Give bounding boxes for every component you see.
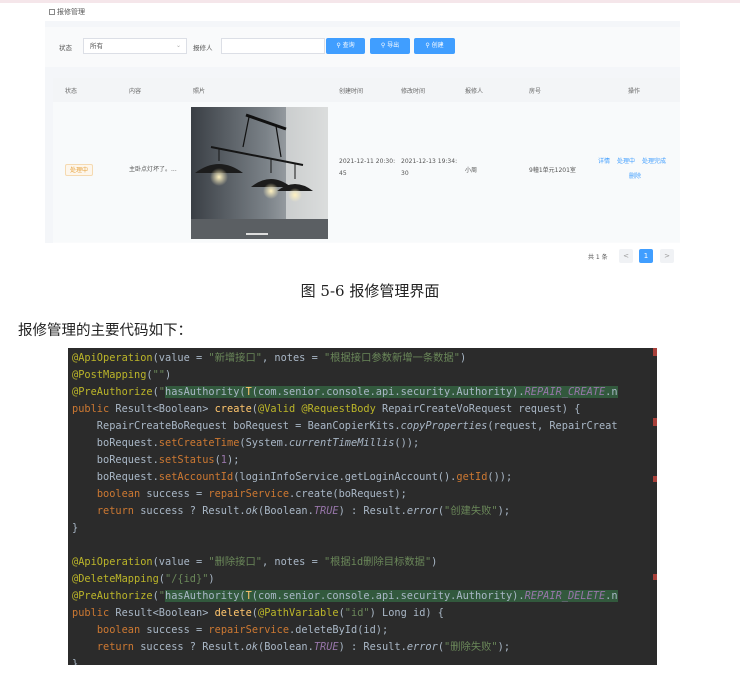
search-icon: ⚲	[425, 42, 430, 49]
gutter-marker	[653, 574, 657, 580]
header-room: 房号	[529, 88, 542, 95]
code-line-9: boolean success = repairService.create(b…	[96, 488, 407, 500]
prev-page-button[interactable]: <	[619, 249, 633, 263]
reporter-cell: 小周	[465, 167, 478, 174]
lamp-photo-image	[191, 107, 328, 239]
page-title: 报修管理	[57, 8, 85, 16]
header-reporter: 报修人	[465, 88, 484, 95]
complete-link[interactable]: 处理完成	[642, 157, 666, 167]
header-created: 创建时间	[339, 88, 364, 95]
page-header: 报修管理	[45, 3, 680, 21]
repair-management-screenshot: 报修管理 状态 所有 ⌄ 报修人 ⚲ 查询 ⚲ 导出 ⚲ 创建 状态 内容 照片…	[45, 3, 680, 268]
header-modified: 修改时间	[401, 88, 426, 95]
code-line-3: @PreAuthorize("hasAuthority(T(com.senior…	[72, 386, 618, 398]
pagination-total: 共 1 条	[588, 254, 608, 261]
code-line-11: }	[72, 522, 79, 534]
search-icon: ⚲	[336, 42, 341, 49]
status-select-value: 所有	[90, 42, 103, 50]
modified-time-line1: 2021-12-13 19:34:	[401, 158, 458, 165]
next-page-button[interactable]: >	[660, 249, 674, 263]
code-line-7: boRequest.setStatus(1);	[72, 454, 240, 466]
menu-icon	[49, 9, 55, 15]
header-status: 状态	[65, 88, 78, 95]
code-line-8: boRequest.setAccountId(loginInfoService.…	[72, 471, 513, 483]
export-button[interactable]: ⚲ 导出	[370, 38, 410, 54]
status-filter-label: 状态	[59, 44, 72, 52]
create-button[interactable]: ⚲ 创建	[414, 38, 455, 54]
code-line-10: return success ? Result.ok(Boolean.TRUE)…	[96, 505, 511, 517]
page-1-button[interactable]: 1	[639, 249, 653, 263]
processing-link[interactable]: 处理中	[617, 157, 635, 167]
pagination: 共 1 条 < 1 >	[45, 243, 680, 268]
created-time-line1: 2021-12-11 20:30:	[339, 158, 396, 165]
gutter-marker	[653, 348, 657, 356]
code-line-17: boolean success = repairService.deleteBy…	[96, 624, 389, 636]
chevron-down-icon: ⌄	[175, 42, 181, 49]
reporter-input[interactable]	[221, 38, 325, 54]
delete-link[interactable]: 删除	[629, 172, 641, 182]
search-icon: ⚲	[380, 42, 386, 49]
code-line-16: public Result<Boolean> delete(@PathVaria…	[72, 607, 445, 619]
repair-photo[interactable]	[191, 107, 328, 239]
repair-table: 状态 内容 照片 创建时间 修改时间 报修人 房号 操作 处理中 主卧点灯坏了。…	[53, 78, 680, 243]
header-content: 内容	[129, 88, 142, 95]
modified-time-line2: 30	[401, 170, 409, 177]
reporter-filter-label: 报修人	[193, 44, 213, 52]
figure-caption: 图 5-6 报修管理界面	[300, 282, 440, 300]
table-row: 处理中 主卧点灯坏了。... 2021-12-11 20:30: 45 2021…	[53, 102, 680, 242]
detail-link[interactable]: 详情	[598, 157, 610, 167]
code-line-18: return success ? Result.ok(Boolean.TRUE)…	[96, 641, 511, 653]
code-line-19: }	[72, 658, 79, 665]
code-line-15: @PreAuthorize("hasAuthority(T(com.senior…	[72, 590, 618, 602]
query-button[interactable]: ⚲ 查询	[326, 38, 365, 54]
code-line-13: @ApiOperation(value = "删除接口", notes = "根…	[72, 556, 438, 568]
gutter-marker	[653, 418, 657, 426]
status-select[interactable]: 所有 ⌄	[83, 38, 187, 54]
room-cell: 9幢1单元1201室	[529, 167, 576, 174]
code-line-2: @PostMapping("")	[72, 369, 172, 381]
code-line-6: boRequest.setCreateTime(System.currentTi…	[72, 437, 420, 449]
table-header: 状态 内容 照片 创建时间 修改时间 报修人 房号 操作	[53, 78, 680, 102]
created-time-line2: 45	[339, 170, 347, 177]
content-cell: 主卧点灯坏了。...	[129, 166, 177, 173]
gutter-marker	[653, 476, 657, 482]
code-line-1: @ApiOperation(value = "新增接口", notes = "根…	[72, 352, 467, 364]
intro-paragraph: 报修管理的主要代码如下：	[18, 323, 192, 339]
header-photo: 照片	[193, 88, 206, 95]
code-screenshot: @ApiOperation(value = "新增接口", notes = "根…	[68, 348, 657, 665]
status-badge: 处理中	[65, 164, 94, 176]
header-actions: 操作	[628, 88, 641, 95]
filter-bar: 状态 所有 ⌄ 报修人 ⚲ 查询 ⚲ 导出 ⚲ 创建	[45, 27, 680, 67]
code-line-5: RepairCreateBoRequest boRequest = BeanCo…	[72, 420, 618, 432]
code-line-14: @DeleteMapping("/{id}")	[72, 573, 215, 585]
code-line-4: public Result<Boolean> create(@Valid @Re…	[72, 403, 581, 415]
